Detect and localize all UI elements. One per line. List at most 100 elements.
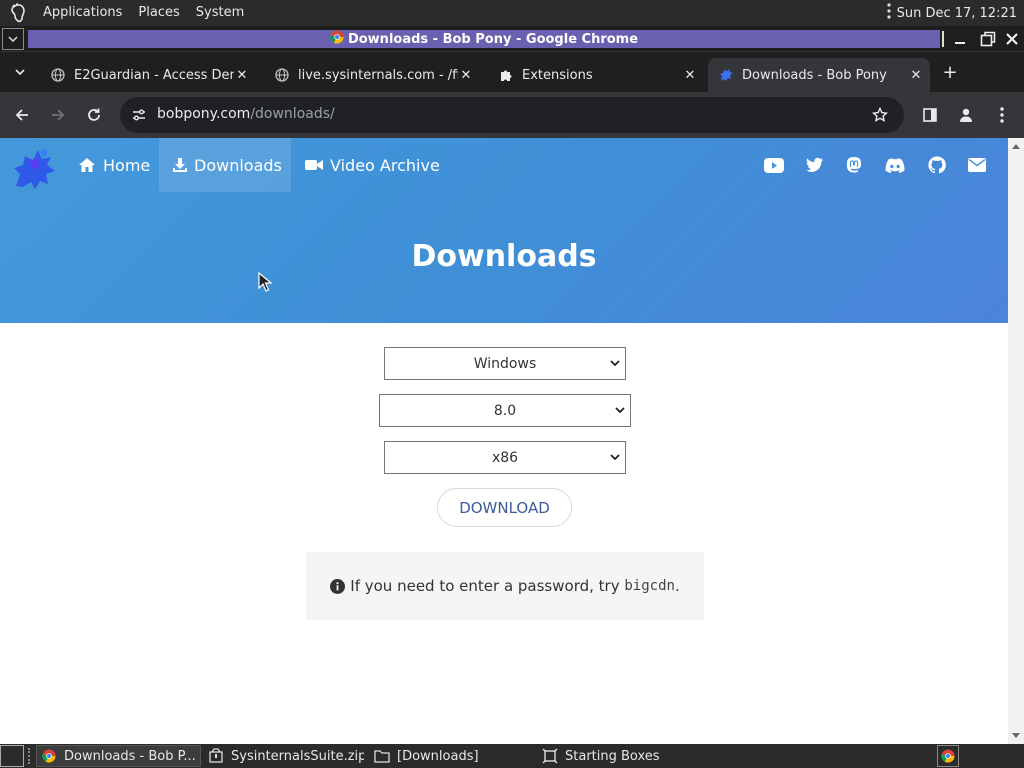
tab-label: Downloads - Bob Pony — [742, 67, 887, 83]
tab-label: live.sysinternals.com - /files/ — [298, 67, 458, 83]
twitter-icon[interactable] — [805, 155, 825, 175]
back-button[interactable] — [10, 103, 34, 127]
scroll-up-icon[interactable] — [1012, 142, 1020, 150]
video-camera-icon — [304, 156, 324, 174]
architecture-select[interactable]: x86 — [384, 441, 626, 474]
close-tab-icon[interactable]: ✕ — [234, 67, 250, 83]
profile-icon[interactable] — [954, 103, 978, 127]
show-desktop-button[interactable] — [0, 745, 24, 767]
info-circle-icon — [330, 578, 346, 594]
task-chrome-downloads[interactable]: Downloads - Bob P... — [36, 745, 201, 767]
nav-video-archive-label: Video Archive — [330, 155, 440, 175]
tab-sysinternals[interactable]: live.sysinternals.com - /files/ ✕ — [264, 58, 480, 92]
password-code: bigcdn — [624, 578, 675, 594]
task-downloads-folder[interactable]: [Downloads] — [370, 745, 530, 767]
nav-downloads[interactable]: Downloads — [159, 138, 291, 192]
page-scrollbar[interactable] — [1008, 138, 1024, 744]
chrome-icon — [330, 30, 344, 48]
email-icon[interactable] — [967, 155, 987, 175]
panel-handle-icon — [886, 3, 891, 23]
url-path: /downloads/ — [250, 106, 335, 122]
discord-icon[interactable] — [885, 155, 905, 175]
mastodon-icon[interactable] — [844, 155, 864, 175]
nav-home-label: Home — [103, 155, 151, 175]
close-tab-icon[interactable]: ✕ — [458, 67, 474, 83]
side-panel-button[interactable] — [918, 103, 942, 127]
bottom-taskbar: Downloads - Bob P... SysinternalsSuite.z… — [0, 744, 1024, 768]
task-label: [Downloads] — [397, 748, 479, 764]
window-titlebar[interactable]: Downloads - Bob Pony - Google Chrome — [0, 26, 1024, 52]
tab-strip: E2Guardian - Access Denied ✕ live.sysint… — [0, 52, 1024, 92]
url-host: bobpony.com — [157, 106, 251, 122]
close-window-button[interactable] — [1002, 29, 1022, 49]
architecture-select-value: x86 — [491, 449, 519, 466]
folder-icon — [374, 748, 390, 764]
globe-icon — [274, 67, 290, 83]
task-sysinternals-zip[interactable]: SysinternalsSuite.zip — [204, 745, 364, 767]
nav-downloads-label: Downloads — [194, 155, 282, 175]
tray-chrome-icon[interactable] — [937, 745, 959, 767]
reload-button[interactable] — [82, 103, 106, 127]
scroll-down-icon[interactable] — [1012, 732, 1020, 740]
page-title: Downloads — [411, 239, 597, 274]
mouse-cursor-icon — [258, 271, 273, 292]
boxes-icon — [542, 748, 558, 764]
download-button[interactable]: DOWNLOAD — [437, 488, 572, 527]
task-label: Starting Boxes — [565, 748, 660, 764]
maximize-button[interactable] — [978, 29, 998, 49]
task-label: Downloads - Bob P... — [64, 748, 196, 764]
taskbar-handle — [28, 748, 32, 764]
notice-text: If you need to enter a password, try — [350, 577, 620, 595]
os-select[interactable]: Windows — [384, 347, 626, 380]
chevron-down-icon — [609, 357, 621, 369]
forward-button[interactable] — [46, 103, 70, 127]
bobpony-icon — [718, 67, 734, 83]
window-title-text: Downloads - Bob Pony - Google Chrome — [347, 31, 639, 47]
minimize-button[interactable] — [950, 29, 970, 49]
new-tab-button[interactable]: + — [940, 62, 960, 83]
tab-label: Extensions — [522, 67, 593, 83]
nav-home[interactable]: Home — [64, 138, 163, 192]
bookmark-star-icon[interactable] — [870, 105, 890, 125]
tab-label: E2Guardian - Access Denied — [74, 67, 234, 83]
title-separator — [942, 31, 944, 47]
clock[interactable]: Sun Dec 17, 12:21 — [897, 6, 1017, 21]
task-starting-boxes[interactable]: Starting Boxes — [538, 745, 698, 767]
page-viewport: Home Downloads Video Archive Downloads W… — [0, 138, 1024, 744]
tab-extensions[interactable]: Extensions ✕ — [488, 58, 704, 92]
close-tab-icon[interactable]: ✕ — [682, 67, 698, 83]
home-icon — [77, 156, 97, 174]
tab-e2guardian[interactable]: E2Guardian - Access Denied ✕ — [40, 58, 256, 92]
places-menu[interactable]: Places — [130, 0, 187, 26]
version-select[interactable]: 8.0 — [379, 394, 631, 427]
bobpony-logo[interactable] — [10, 141, 60, 191]
chrome-menu-button[interactable] — [990, 103, 1014, 127]
hero-banner: Home Downloads Video Archive Downloads — [0, 138, 1008, 323]
top-panel: Applications Places System Sun Dec 17, 1… — [0, 0, 1024, 26]
nav-video-archive[interactable]: Video Archive — [291, 138, 453, 192]
youtube-icon[interactable] — [764, 155, 784, 175]
site-info-icon[interactable] — [130, 106, 148, 124]
tab-downloads-bob-pony[interactable]: Downloads - Bob Pony ✕ — [708, 58, 930, 92]
os-select-value: Windows — [473, 355, 537, 372]
close-tab-icon[interactable]: ✕ — [908, 67, 924, 83]
chevron-down-icon — [609, 451, 621, 463]
archive-icon — [208, 748, 224, 764]
password-notice: If you need to enter a password, try big… — [306, 552, 704, 620]
gnome-foot-icon[interactable] — [8, 2, 30, 24]
system-menu[interactable]: System — [188, 0, 252, 26]
globe-icon — [50, 67, 66, 83]
notice-end: . — [674, 577, 680, 595]
applications-menu[interactable]: Applications — [35, 0, 130, 26]
window-menu-button[interactable] — [2, 28, 24, 50]
site-navbar: Home Downloads Video Archive — [0, 138, 1008, 192]
browser-toolbar: bobpony.com/downloads/ — [0, 92, 1024, 138]
tab-search-button[interactable] — [10, 62, 30, 82]
puzzle-icon — [498, 67, 514, 83]
window-title: Downloads - Bob Pony - Google Chrome — [28, 30, 940, 48]
chevron-down-icon — [614, 404, 626, 416]
github-icon[interactable] — [927, 155, 947, 175]
download-icon — [172, 156, 188, 174]
url-text[interactable]: bobpony.com/downloads/ — [157, 106, 335, 122]
address-bar[interactable]: bobpony.com/downloads/ — [120, 97, 904, 133]
